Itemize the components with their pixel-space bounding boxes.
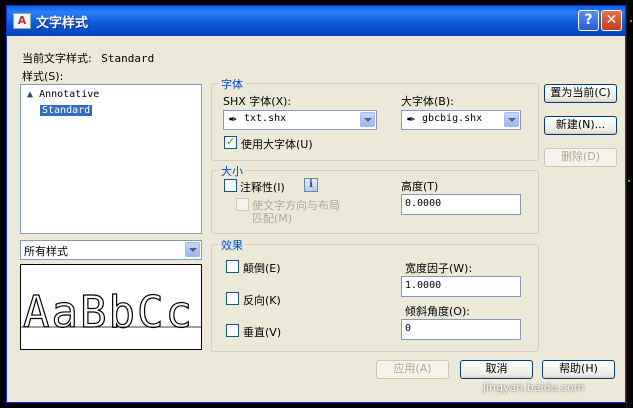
size-group-title: 大小	[219, 163, 245, 179]
current-style-value: Standard	[101, 52, 155, 65]
shx-font-icon: ✒	[228, 113, 238, 126]
drawing-line	[626, 0, 627, 408]
upside-down-label: 颠倒(E)	[243, 262, 281, 275]
upside-down-checkbox[interactable]	[226, 260, 239, 273]
apply-button[interactable]: 应用(A)	[376, 360, 449, 379]
width-factor-label: 宽度因子(W):	[405, 262, 473, 275]
big-font-select[interactable]: ✒ gbcbig.shx	[401, 110, 521, 130]
oblique-angle-label: 倾斜角度(O):	[405, 305, 470, 318]
drawing-line	[630, 20, 632, 22]
vertical-checkbox[interactable]	[226, 324, 239, 337]
cad-app-icon: A	[13, 13, 31, 29]
checkmark-icon: ✓	[226, 135, 236, 148]
styles-list[interactable]: ▲ Annotative Standard	[20, 84, 202, 234]
current-style-label: 当前文字样式: Standard	[22, 50, 154, 66]
close-button[interactable]: ✕	[601, 10, 622, 31]
current-style-caption: 当前文字样式:	[22, 52, 92, 65]
backwards-label: 反向(K)	[243, 294, 281, 307]
list-item[interactable]: Standard	[40, 105, 93, 116]
vertical-label: 垂直(V)	[243, 326, 282, 339]
help-title-button[interactable]: ?	[578, 10, 599, 31]
style-filter-select[interactable]: 所有样式	[20, 240, 202, 260]
shx-font-value: txt.shx	[244, 113, 287, 124]
use-big-font-checkbox[interactable]: ✓	[224, 135, 237, 149]
height-value: 0.0000	[405, 198, 442, 209]
watermark-text: jingyan.baidu.com	[483, 381, 585, 394]
chevron-down-icon[interactable]	[185, 242, 200, 257]
window-title: 文字样式	[36, 16, 89, 31]
title-bar[interactable]: A 文字样式 ? ✕	[7, 6, 625, 36]
annotative-label: 注释性(I)	[240, 181, 285, 194]
width-factor-value: 1.0000	[405, 280, 442, 291]
delete-style-button[interactable]: 删除(D)	[544, 148, 617, 167]
annotative-checkbox[interactable]	[224, 179, 237, 192]
height-label: 高度(T)	[401, 180, 439, 193]
use-big-font-label: 使用大字体(U)	[241, 138, 313, 151]
preview-box: AaBbCc	[20, 264, 202, 350]
help-button[interactable]: 帮助(H)	[542, 360, 615, 379]
oblique-angle-input[interactable]: 0	[401, 319, 521, 340]
big-font-label: 大字体(B):	[401, 95, 454, 108]
shx-font-label: SHX 字体(X):	[223, 95, 292, 108]
drawing-line	[628, 180, 630, 182]
backwards-checkbox[interactable]	[226, 292, 239, 305]
big-font-icon: ✒	[406, 113, 416, 126]
style-filter-value: 所有样式	[24, 245, 68, 258]
preview-text-svg: AaBbCc	[21, 286, 201, 339]
shx-font-select[interactable]: ✒ txt.shx	[223, 110, 377, 130]
match-layout-checkbox[interactable]	[236, 198, 249, 211]
annotative-icon: ▲	[27, 89, 34, 100]
info-icon[interactable]: i	[304, 178, 318, 192]
oblique-angle-value: 0	[405, 323, 412, 334]
preview-text: AaBbCc	[23, 287, 194, 338]
set-current-button[interactable]: 置为当前(C)	[544, 84, 617, 103]
style-name-selected: Standard	[40, 105, 93, 116]
big-font-value: gbcbig.shx	[422, 113, 483, 124]
font-group-title: 字体	[219, 76, 245, 92]
effects-group-title: 效果	[219, 237, 245, 253]
chevron-down-icon[interactable]	[504, 112, 519, 127]
cancel-button[interactable]: 取消	[460, 360, 533, 379]
list-item[interactable]: ▲ Annotative	[27, 89, 99, 100]
new-style-button[interactable]: 新建(N)...	[544, 116, 617, 135]
text-style-dialog: A 文字样式 ? ✕ 当前文字样式: Standard 样式(S): ▲ Ann…	[6, 5, 626, 403]
height-input[interactable]: 0.0000	[401, 194, 521, 215]
match-layout-label-line2: 匹配(M)	[252, 212, 293, 225]
styles-label: 样式(S):	[22, 70, 64, 83]
width-factor-input[interactable]: 1.0000	[401, 276, 521, 297]
chevron-down-icon[interactable]	[360, 112, 375, 127]
style-name: Annotative	[39, 89, 100, 100]
